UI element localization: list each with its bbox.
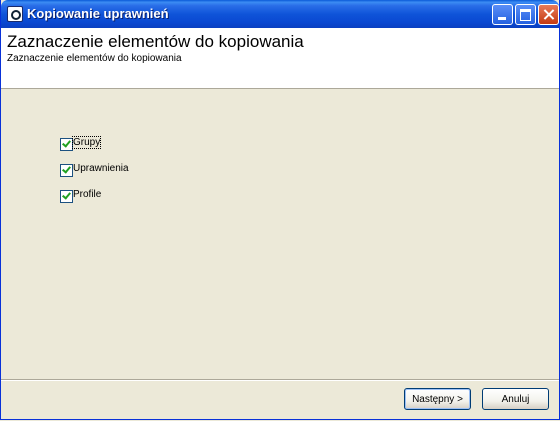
dialog-window: Kopiowanie uprawnień Zaznaczenie element… — [0, 0, 560, 420]
option-label[interactable]: Uprawnienia — [73, 163, 129, 174]
option-label[interactable]: Grupy — [71, 136, 102, 149]
option-label[interactable]: Profile — [73, 189, 101, 200]
cancel-button[interactable]: Anuluj — [482, 388, 549, 410]
minimize-button[interactable] — [492, 4, 513, 25]
window-title: Kopiowanie uprawnień — [27, 6, 169, 21]
next-button[interactable]: Następny > — [404, 388, 471, 410]
app-icon — [7, 6, 23, 22]
checkbox-profile[interactable] — [60, 190, 73, 203]
wizard-header: Zaznaczenie elementów do kopiowania Zazn… — [1, 28, 559, 89]
footer-divider — [1, 379, 559, 381]
checkbox-grupy[interactable] — [60, 138, 73, 151]
title-bar[interactable]: Kopiowanie uprawnień — [1, 0, 559, 28]
wizard-subtitle: Zaznaczenie elementów do kopiowania — [7, 53, 182, 64]
checkbox-uprawnienia[interactable] — [60, 164, 73, 177]
maximize-button[interactable] — [515, 4, 536, 25]
close-button[interactable] — [538, 4, 559, 25]
wizard-title: Zaznaczenie elementów do kopiowania — [7, 32, 304, 51]
